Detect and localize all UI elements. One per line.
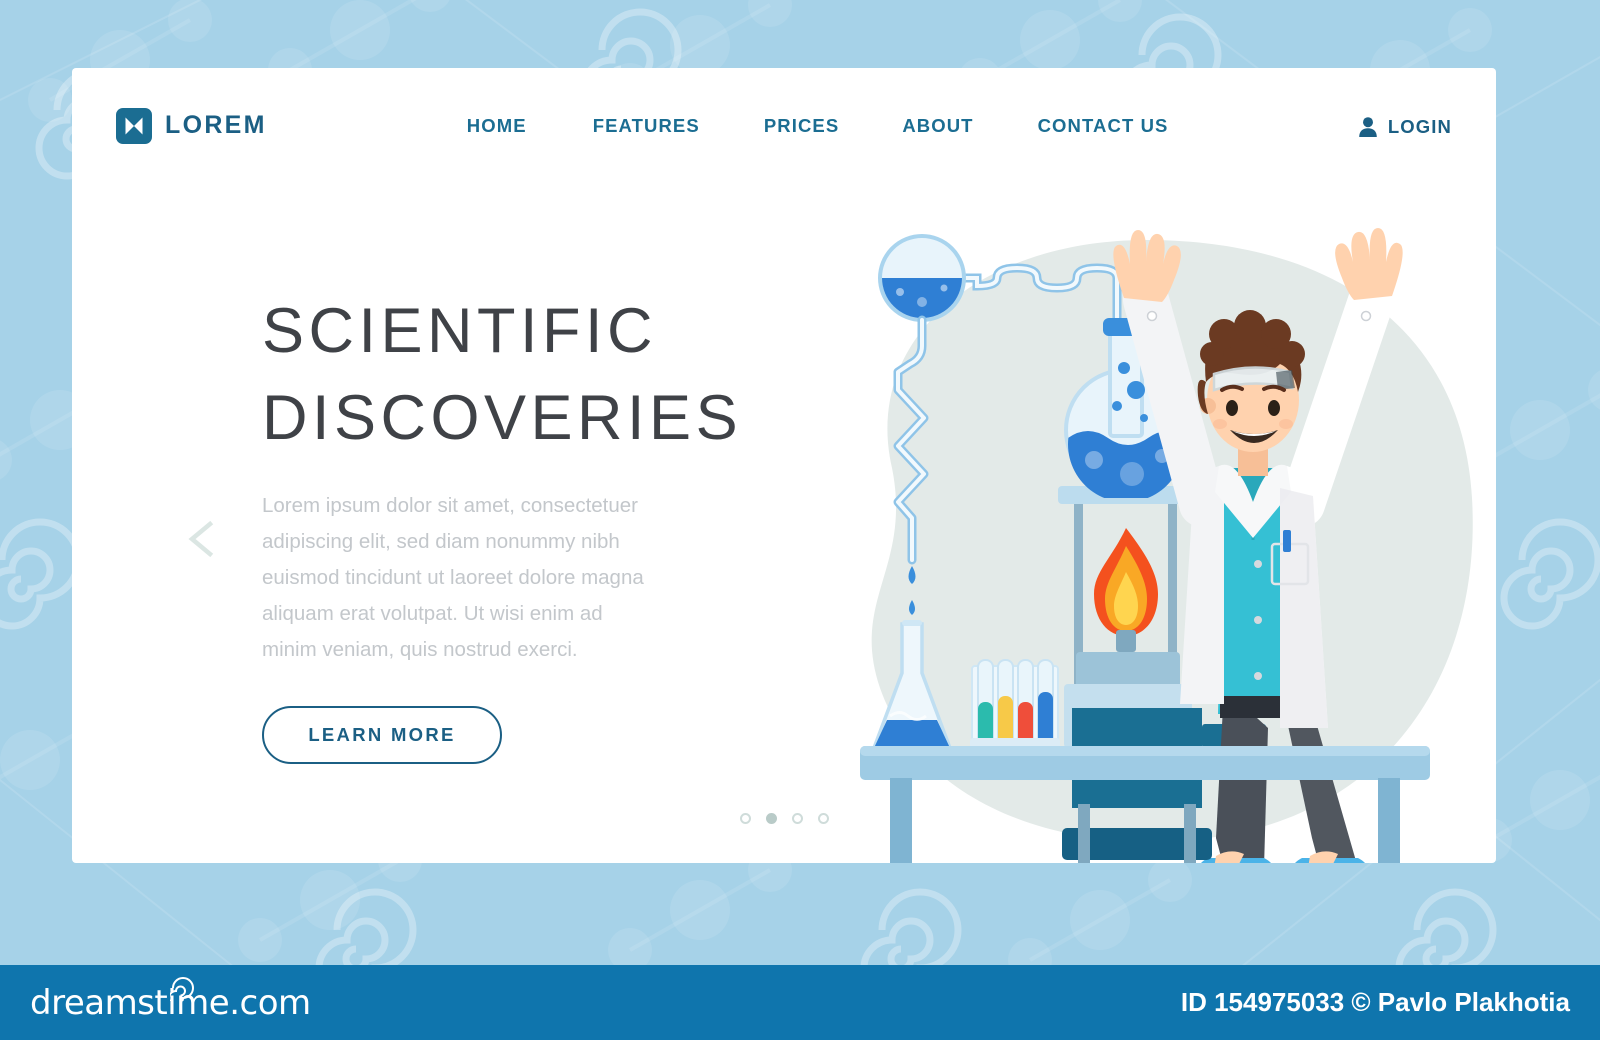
carousel-next-button[interactable] (1490, 516, 1496, 562)
headline-line-1: SCIENTIFIC (262, 296, 658, 366)
headline-line-2: DISCOVERIES (262, 382, 743, 453)
chevron-left-icon (188, 520, 214, 558)
main-nav: HOME FEATURES PRICES ABOUT CONTACT US (467, 109, 1169, 143)
nav-item-contact-us[interactable]: CONTACT US (1038, 109, 1169, 143)
pocket-pen (1283, 530, 1291, 552)
hero-text-block: SCIENTIFIC DISCOVERIES Lorem ipsum dolor… (262, 288, 743, 765)
conical-flask-liquid (874, 720, 950, 748)
right-eye (1268, 400, 1280, 416)
stock-footer-bar: dreamstime.com ID 154975033 © Pavlo Plak… (0, 965, 1600, 1040)
nav-item-features[interactable]: FEATURES (593, 109, 700, 143)
belt (1220, 696, 1288, 718)
carousel-dot-1[interactable] (739, 813, 751, 824)
brand-logo[interactable]: LOREM (116, 107, 267, 144)
hero-paragraph: Lorem ipsum dolor sit amet, consectetuer… (262, 493, 644, 662)
brand-name: LOREM (165, 111, 267, 139)
burner-neck (1116, 630, 1136, 652)
bubble-4 (1140, 414, 1148, 422)
carousel-dot-3[interactable] (791, 813, 803, 824)
nav-item-prices[interactable]: PRICES (764, 109, 839, 143)
user-icon (1359, 117, 1377, 137)
login-label: LOGIN (1387, 116, 1452, 137)
dreamstime-spiral-icon (170, 977, 194, 1001)
table-top-highlight (860, 746, 1430, 756)
carousel-dot-4[interactable] (817, 813, 829, 824)
bubble-2 (1127, 381, 1145, 399)
bubble-3 (1112, 401, 1122, 411)
page-title: SCIENTIFIC DISCOVERIES (262, 288, 743, 462)
learn-more-button[interactable]: LEARN MORE (262, 706, 502, 765)
login-button[interactable]: LOGIN (1358, 116, 1452, 138)
bubble-1 (1118, 362, 1130, 374)
test-tube-rack (970, 659, 1060, 750)
image-credit: ID 154975033 © Pavlo Plakhotia (1180, 987, 1570, 1017)
burner-body (1076, 652, 1180, 688)
carousel-prev-button[interactable] (180, 516, 226, 562)
scientist-laboratory-illustration (772, 168, 1496, 863)
bowtie-logo-icon (116, 107, 152, 144)
site-header: LOREM HOME FEATURES PRICES ABOUT CONTACT… (72, 68, 1496, 183)
chevron-right-icon (1490, 516, 1496, 562)
chair (1062, 708, 1212, 863)
landing-page-card: LOREM HOME FEATURES PRICES ABOUT CONTACT… (72, 68, 1496, 863)
carousel-dots (72, 813, 1496, 824)
nav-item-home[interactable]: HOME (467, 109, 527, 143)
nav-item-about[interactable]: ABOUT (902, 109, 973, 143)
left-eye (1226, 400, 1238, 416)
carousel-dot-2[interactable] (765, 813, 777, 824)
learn-more-label: LEARN MORE (308, 724, 456, 746)
